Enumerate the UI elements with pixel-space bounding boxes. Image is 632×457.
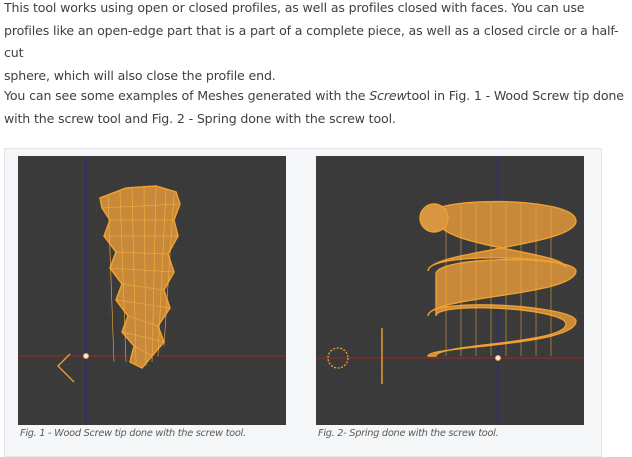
examples-paragraph: You can see some examples of Meshes gene… bbox=[4, 85, 630, 130]
examples-line-2: with the screw tool and Fig. 2 - Spring … bbox=[4, 110, 396, 126]
figure-2-viewport bbox=[316, 156, 584, 425]
screw-tool-name: Screw bbox=[369, 88, 407, 103]
examples-text-b: tool in Fig. 1 - Wood Screw tip done bbox=[406, 88, 624, 103]
spring-mesh-icon bbox=[316, 156, 584, 425]
intro-paragraph: This tool works using open or closed pro… bbox=[4, 0, 630, 87]
intro-line-1: This tool works using open or closed pro… bbox=[4, 0, 585, 15]
examples-line-1: You can see some examples of Meshes gene… bbox=[4, 85, 630, 108]
figure-1-caption: Fig. 1 - Wood Screw tip done with the sc… bbox=[20, 428, 246, 439]
wood-screw-mesh-icon bbox=[18, 156, 286, 425]
figure-2-caption: Fig. 2- Spring done with the screw tool. bbox=[318, 428, 499, 439]
examples-text-a: You can see some examples of Meshes gene… bbox=[4, 88, 370, 103]
intro-line-2: profiles like an open-edge part that is … bbox=[4, 22, 619, 61]
intro-line-3: sphere, which will also close the profil… bbox=[4, 67, 276, 83]
figure-1-viewport bbox=[18, 156, 286, 425]
